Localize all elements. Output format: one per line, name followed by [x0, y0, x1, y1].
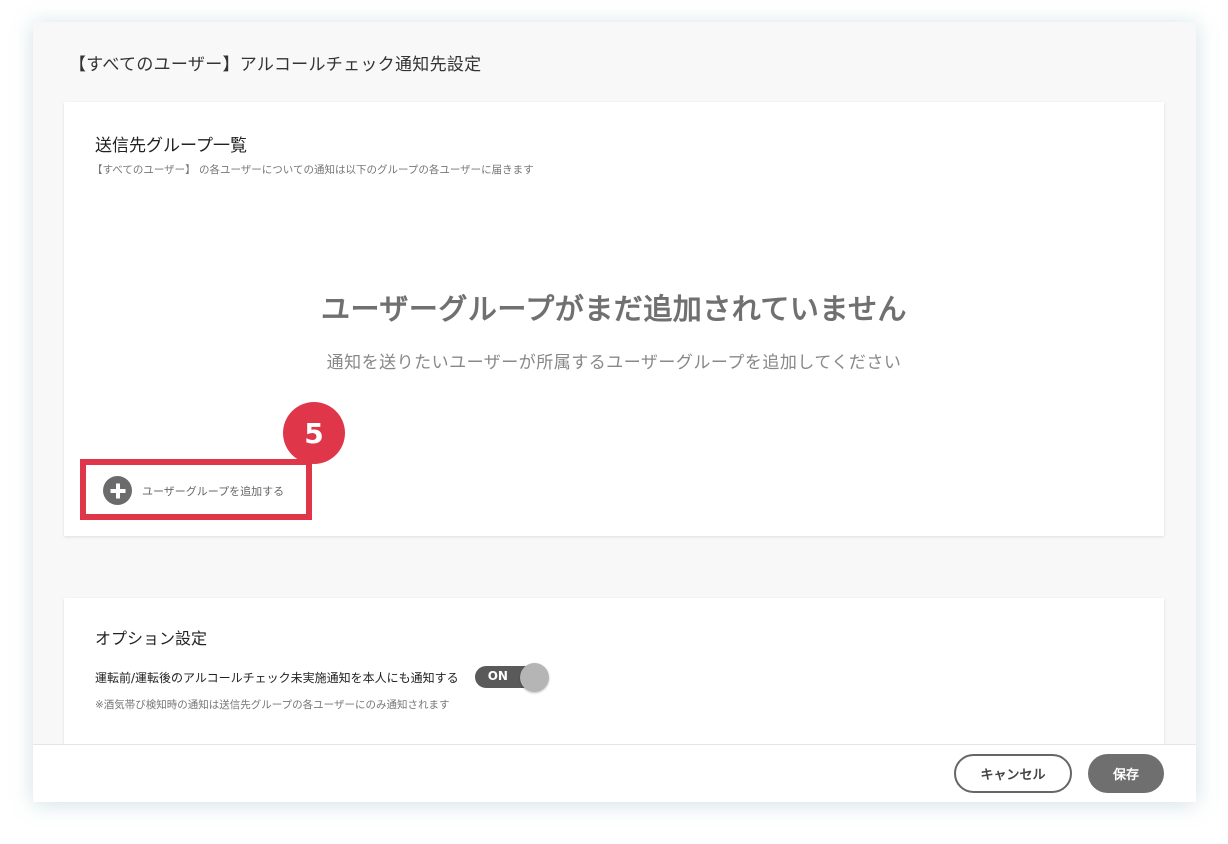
self-notify-option-row: 運転前/運転後のアルコールチェック未実施通知を本人にも通知する ON: [95, 663, 549, 692]
step-number-badge: 5: [283, 402, 345, 464]
recipient-groups-card: 送信先グループ一覧 【すべてのユーザー】 の各ユーザーについての通知は以下のグル…: [64, 102, 1164, 536]
modal-title: 【すべてのユーザー】アルコールチェック通知先設定: [69, 55, 482, 75]
empty-state-subtitle: 通知を送りたいユーザーが所属するユーザーグループを追加してください: [326, 353, 902, 373]
option-note: ※酒気帯び検知時の通知は送信先グループの各ユーザーにのみ通知されます: [95, 699, 450, 711]
modal-footer: キャンセル 保存: [33, 744, 1196, 802]
cancel-button[interactable]: キャンセル: [954, 754, 1072, 793]
empty-state-title: ユーザーグループがまだ追加されていません: [321, 292, 907, 326]
recipient-groups-heading: 送信先グループ一覧: [95, 136, 247, 156]
self-notify-label: 運転前/運転後のアルコールチェック未実施通知を本人にも通知する: [95, 670, 459, 685]
toggle-knob: [519, 663, 549, 692]
notification-settings-modal: 【すべてのユーザー】アルコールチェック通知先設定 送信先グループ一覧 【すべての…: [33, 22, 1196, 802]
self-notify-toggle[interactable]: ON: [474, 663, 549, 692]
toggle-state-text: ON: [487, 669, 508, 683]
save-button[interactable]: 保存: [1088, 754, 1164, 793]
step-highlight-frame: [80, 459, 312, 520]
options-card: オプション設定 運転前/運転後のアルコールチェック未実施通知を本人にも通知する …: [64, 598, 1164, 768]
recipient-groups-description: 【すべてのユーザー】 の各ユーザーについての通知は以下のグループの各ユーザーに届…: [92, 164, 534, 176]
options-heading: オプション設定: [95, 629, 208, 648]
